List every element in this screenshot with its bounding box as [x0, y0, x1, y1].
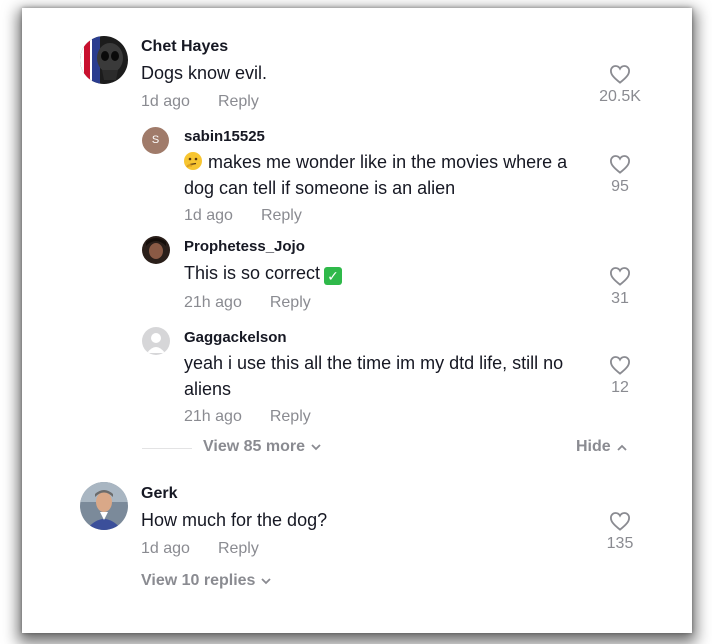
- like-count: 135: [606, 535, 634, 552]
- heart-outline-icon: [609, 267, 631, 286]
- like-button[interactable]: 95: [590, 154, 650, 196]
- reply-username[interactable]: Prophetess_Jojo: [184, 238, 305, 255]
- like-count: 20.5K: [599, 88, 641, 105]
- comment-text: How much for the dog?: [141, 510, 328, 530]
- heart-outline-icon: [609, 65, 631, 84]
- reply-button[interactable]: Reply: [261, 207, 302, 224]
- chevron-up-icon: [617, 442, 627, 454]
- comment-username[interactable]: Gerk: [141, 485, 177, 503]
- like-button[interactable]: 135: [590, 511, 650, 553]
- heart-outline-icon: [609, 356, 631, 375]
- reply-text: yeah i use this all the time im my dtd l…: [184, 353, 564, 399]
- like-button[interactable]: 20.5K: [590, 64, 650, 106]
- reply-username[interactable]: sabin15525: [184, 128, 265, 145]
- reply-time: 21h ago: [184, 408, 242, 425]
- reply-text-content: This is so correct: [184, 263, 321, 283]
- avatar-gaggackelson[interactable]: [142, 327, 170, 355]
- like-count: 12: [611, 379, 629, 396]
- reply-username[interactable]: Gaggackelson: [184, 329, 287, 346]
- reply-time: 21h ago: [184, 294, 242, 311]
- reply-text: makes me wonder like in the movies where…: [184, 149, 589, 201]
- reply-meta: 21h ago Reply: [184, 294, 311, 312]
- comment-text: Dogs know evil.: [141, 63, 268, 83]
- avatar-chet-hayes[interactable]: [80, 36, 128, 84]
- view-replies-label: View 10 replies: [141, 572, 256, 589]
- view-replies-button[interactable]: View 10 replies: [141, 572, 272, 590]
- like-button[interactable]: 12: [590, 355, 650, 397]
- like-count: 31: [611, 290, 629, 307]
- comment-username[interactable]: Chet Hayes: [141, 38, 228, 56]
- chevron-down-icon: [261, 576, 272, 588]
- reply-button[interactable]: Reply: [218, 93, 259, 110]
- comment-time: 1d ago: [141, 93, 190, 110]
- reply-button[interactable]: Reply: [270, 408, 311, 425]
- heart-outline-icon: [609, 155, 631, 174]
- reply-button[interactable]: Reply: [218, 540, 259, 557]
- reply-text: This is so correct ✓: [184, 260, 589, 286]
- reply-text-content: makes me wonder like in the movies where…: [184, 152, 568, 198]
- reply-meta: 21h ago Reply: [184, 408, 311, 426]
- comment-time: 1d ago: [141, 540, 190, 557]
- like-button[interactable]: 31: [590, 266, 650, 308]
- like-count: 95: [611, 178, 629, 195]
- reply-meta: 1d ago Reply: [184, 207, 302, 225]
- chevron-down-icon: [311, 442, 321, 454]
- thinking-face-icon: [184, 152, 202, 170]
- reply-button[interactable]: Reply: [270, 294, 311, 311]
- avatar-sabin15525[interactable]: S: [142, 127, 169, 154]
- comment-meta: 1d ago Reply: [141, 540, 259, 558]
- check-mark-icon: ✓: [324, 267, 343, 285]
- heart-outline-icon: [609, 512, 631, 531]
- reply-time: 1d ago: [184, 207, 233, 224]
- hide-label: Hide: [576, 438, 611, 455]
- avatar-gerk[interactable]: [80, 482, 128, 530]
- hide-replies-button[interactable]: Hide: [576, 438, 627, 456]
- avatar-letter: S: [151, 134, 160, 146]
- replies-divider: [142, 448, 192, 449]
- view-more-replies-button[interactable]: View 85 more: [203, 438, 321, 456]
- comment-meta: 1d ago Reply: [141, 93, 259, 111]
- avatar-prophetess-jojo[interactable]: [142, 236, 170, 264]
- view-more-label: View 85 more: [203, 438, 305, 455]
